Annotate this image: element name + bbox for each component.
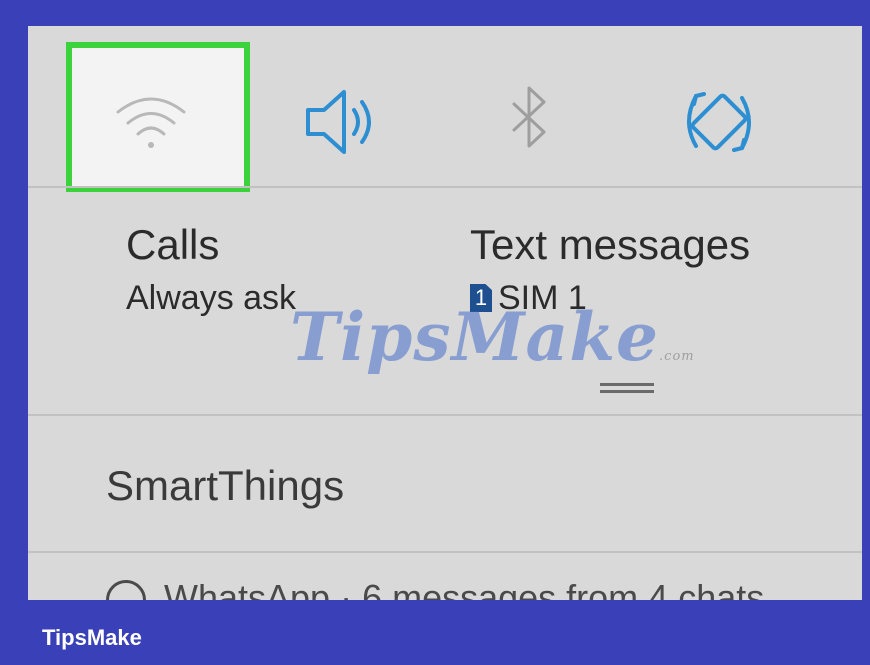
notification-panel: Calls Always ask Text messages 1 SIM 1 T… (28, 26, 862, 600)
quick-settings-row (28, 26, 862, 192)
calls-setting[interactable]: Calls Always ask (126, 221, 296, 319)
auto-rotate-icon[interactable] (674, 82, 764, 162)
text-messages-value: SIM 1 (498, 279, 587, 317)
calls-value: Always ask (126, 279, 297, 317)
sound-icon[interactable] (296, 82, 386, 162)
text-messages-title: Text messages (470, 221, 751, 268)
notification-item[interactable]: WhatsApp · 6 messages from 4 chats (106, 578, 764, 600)
smartthings-label[interactable]: SmartThings (106, 462, 344, 510)
divider (28, 186, 862, 188)
whatsapp-icon (106, 580, 146, 600)
calls-title: Calls (126, 221, 220, 268)
divider (28, 414, 862, 416)
divider (28, 551, 862, 553)
text-messages-value-row: 1 SIM 1 (470, 277, 750, 319)
sim-card-icon: 1 (470, 284, 492, 312)
bluetooth-icon[interactable] (484, 82, 574, 162)
footer-brand: TipsMake (42, 625, 142, 650)
wifi-icon[interactable] (106, 82, 196, 162)
drag-handle[interactable] (600, 383, 654, 386)
text-messages-setting[interactable]: Text messages 1 SIM 1 (470, 221, 750, 319)
drag-handle-line (600, 390, 654, 393)
notification-text: WhatsApp · 6 messages from 4 chats (164, 577, 765, 601)
